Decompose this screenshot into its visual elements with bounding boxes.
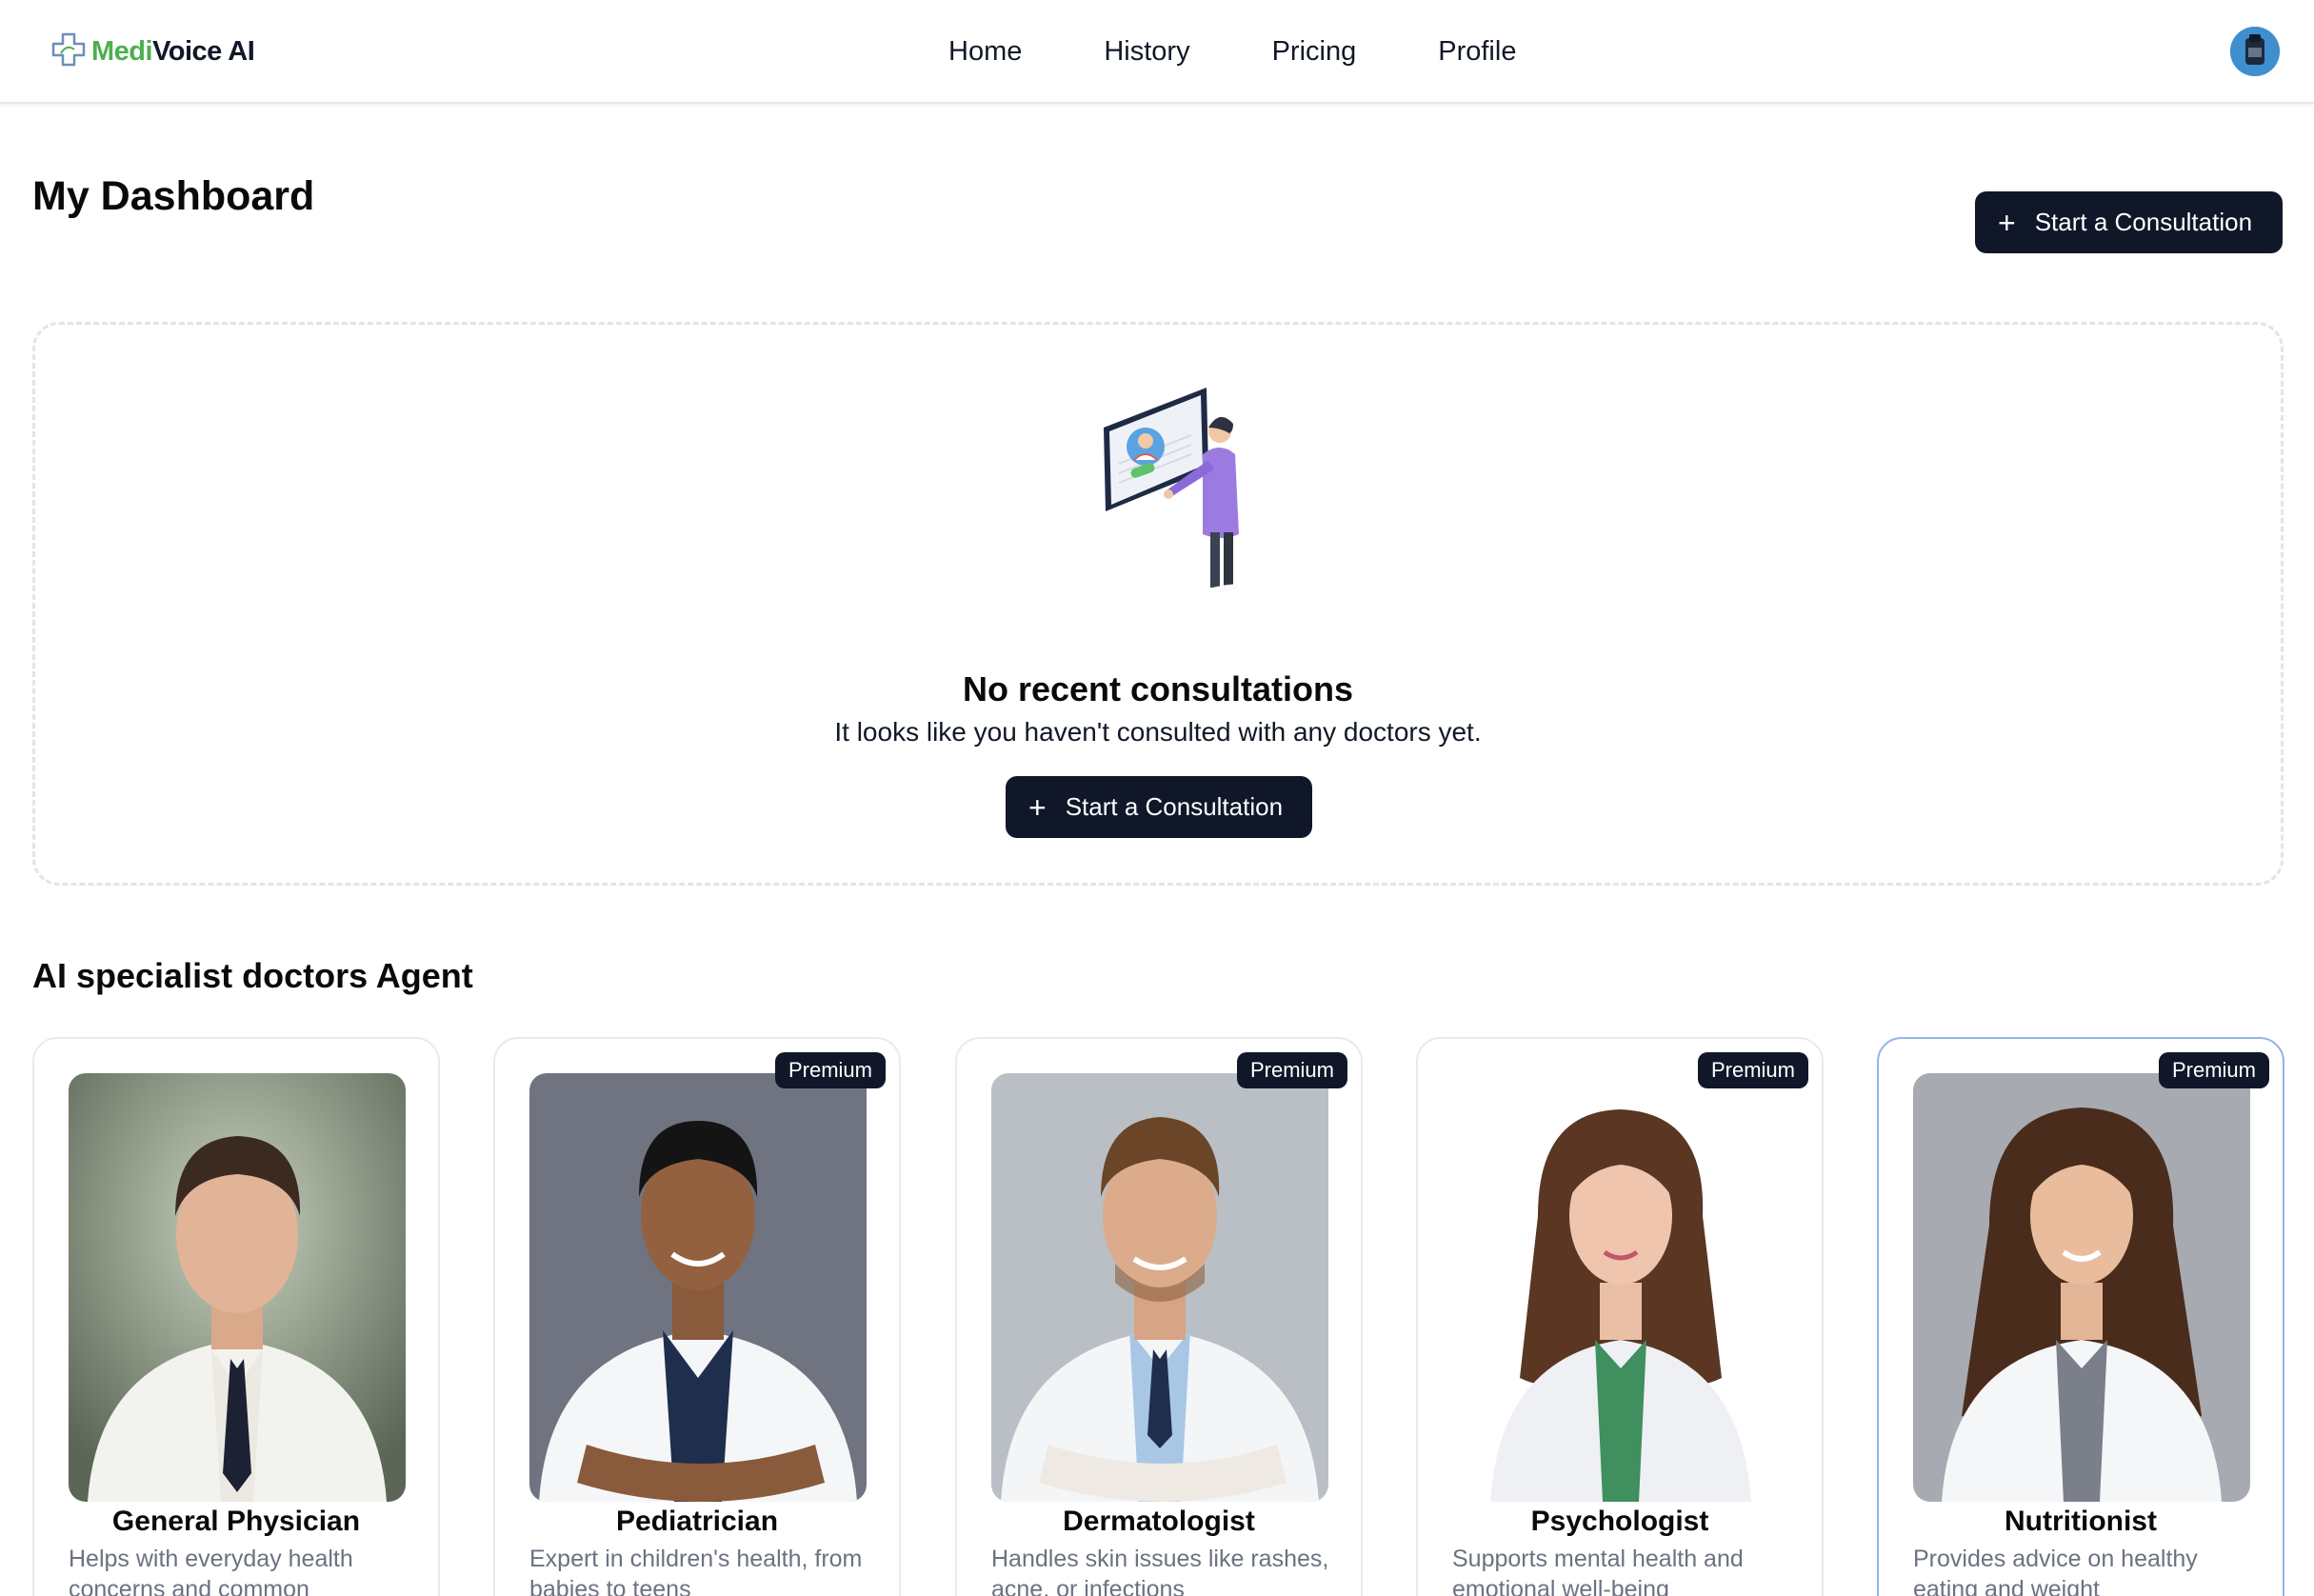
premium-badge: Premium xyxy=(1697,1052,1808,1088)
specialist-description: Helps with everyday health concerns and … xyxy=(69,1546,353,1596)
doctor-portrait-image xyxy=(991,1073,1328,1502)
nav-link-home[interactable]: Home xyxy=(948,36,1022,68)
empty-consultations-panel: No recent consultations It looks like yo… xyxy=(32,322,2284,886)
medical-cross-icon xyxy=(50,30,88,73)
specialist-description: Expert in children's health, from babies… xyxy=(529,1546,863,1596)
doctor-video-call-illustration xyxy=(1077,378,1267,621)
specialist-name: General Physician xyxy=(111,1506,361,1537)
doctor-portrait-image xyxy=(1913,1073,2250,1502)
user-avatar[interactable] xyxy=(2230,27,2280,76)
specialist-card-pediatrician[interactable]: Premium Pediatrician Expert in children'… xyxy=(493,1037,901,1596)
premium-badge: Premium xyxy=(2158,1052,2269,1088)
specialist-description: Supports mental health and emotional wel… xyxy=(1452,1546,1744,1596)
doctor-portrait-image xyxy=(1452,1073,1789,1502)
brand-name: MediVoice AI xyxy=(91,35,255,68)
start-consultation-label: Start a Consultation xyxy=(2034,208,2253,236)
plus-icon: + xyxy=(1028,789,1047,825)
specialist-description: Provides advice on healthy eating and we… xyxy=(1913,1546,2198,1596)
brand-logo[interactable]: MediVoice AI xyxy=(50,29,255,74)
nav-link-history[interactable]: History xyxy=(1104,36,1189,68)
empty-start-consultation-button[interactable]: + Start a Consultation xyxy=(1006,776,1312,838)
specialist-card-general-physician[interactable]: General Physician Helps with everyday he… xyxy=(32,1037,440,1596)
specialist-name: Dermatologist xyxy=(1063,1506,1255,1537)
specialist-card-nutritionist[interactable]: Premium Nutritionist Provides advice on … xyxy=(1877,1037,2284,1596)
specialist-card-dermatologist[interactable]: Premium Dermatologist Handles skin issue… xyxy=(955,1037,1363,1596)
premium-badge: Premium xyxy=(1236,1052,1347,1088)
specialist-name: Nutritionist xyxy=(2005,1506,2157,1537)
empty-state-title: No recent consultations xyxy=(962,669,1354,708)
top-navbar: MediVoice AI Home History Pricing Profil… xyxy=(0,0,2314,104)
empty-start-consultation-label: Start a Consultation xyxy=(1065,792,1284,821)
specialist-name: Pediatrician xyxy=(615,1506,779,1537)
nav-link-pricing[interactable]: Pricing xyxy=(1272,36,1357,68)
specialist-description: Handles skin issues like rashes, acne, o… xyxy=(991,1546,1329,1596)
specialist-card-list: General Physician Helps with everyday he… xyxy=(32,1037,2284,1596)
doctor-portrait-image xyxy=(529,1073,867,1502)
brand-name-part2: Voice AI xyxy=(152,35,255,67)
page-title: My Dashboard xyxy=(32,173,315,219)
brand-name-part1: Medi xyxy=(91,35,153,67)
main-nav: Home History Pricing Profile xyxy=(948,29,1516,74)
start-consultation-button[interactable]: + Start a Consultation xyxy=(1975,191,2283,253)
empty-state-subtitle: It looks like you haven't consulted with… xyxy=(834,717,1482,747)
specialist-card-psychologist[interactable]: Premium Psychologist Supports mental hea… xyxy=(1416,1037,1824,1596)
specialists-section-title: AI specialist doctors Agent xyxy=(32,956,473,995)
premium-badge: Premium xyxy=(774,1052,886,1088)
nav-link-profile[interactable]: Profile xyxy=(1438,36,1516,68)
doctor-portrait-image xyxy=(69,1073,406,1502)
plus-icon: + xyxy=(1998,205,2016,240)
specialist-name: Psychologist xyxy=(1530,1506,1709,1537)
